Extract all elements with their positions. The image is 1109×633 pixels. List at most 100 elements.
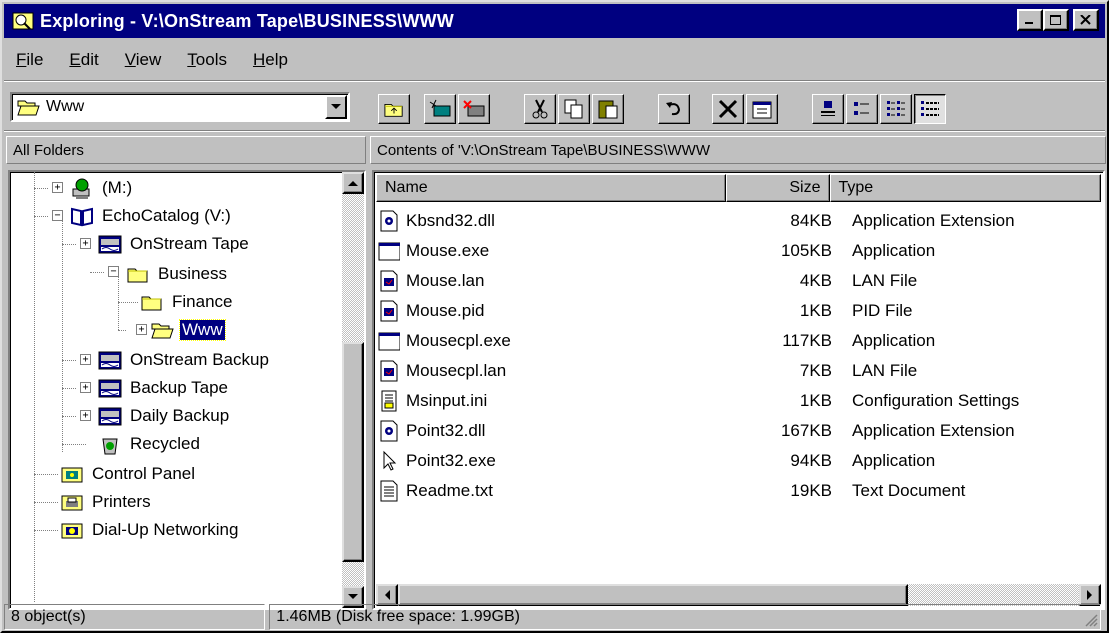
tree-item-m-drive[interactable]: (M:)	[70, 174, 134, 202]
address-dropdown-button[interactable]	[325, 95, 347, 119]
menu-separator	[4, 80, 1105, 82]
menu-edit[interactable]: Edit	[69, 50, 98, 70]
large-icons-button[interactable]	[812, 94, 844, 124]
tree-item-dial-up-networking[interactable]: Dial-Up Networking	[60, 516, 240, 544]
file-row[interactable]: Msinput.ini 1KB Configuration Settings	[378, 386, 1098, 416]
menu-file-label: ile	[26, 50, 44, 69]
tree-item-www[interactable]: Www	[150, 316, 226, 344]
scroll-right-button[interactable]	[1079, 584, 1101, 606]
file-row[interactable]: Readme.txt 19KB Text Document	[378, 476, 1098, 506]
small-icons-button[interactable]	[846, 94, 878, 124]
file-type: LAN File	[852, 361, 918, 380]
map-network-drive-button[interactable]	[424, 94, 456, 124]
tree-line	[34, 530, 58, 531]
tree-item-label: Business	[158, 264, 227, 283]
scissors-icon	[532, 99, 548, 119]
file-row[interactable]: Mousecpl.lan 7KB LAN File	[378, 356, 1098, 386]
pointer-exe-icon	[383, 451, 396, 471]
explorer-app-icon[interactable]	[12, 10, 34, 32]
copy-button[interactable]	[558, 94, 590, 124]
file-row[interactable]: Point32.exe 94KB Application	[378, 446, 1098, 476]
file-row[interactable]: Mousecpl.exe 117KB Application	[378, 326, 1098, 356]
details-view-button[interactable]	[914, 94, 946, 124]
minimize-button[interactable]	[1017, 9, 1043, 31]
tree-item-business[interactable]: Business	[126, 260, 229, 288]
tree-item-onstream-backup[interactable]: OnStream Backup	[98, 346, 271, 374]
menu-view[interactable]: View	[125, 50, 162, 70]
left-pane-header: All Folders	[6, 136, 366, 164]
close-icon	[1080, 15, 1091, 25]
delete-icon	[718, 99, 738, 119]
resize-grip-icon[interactable]	[1084, 613, 1098, 627]
scroll-left-button[interactable]	[376, 584, 398, 606]
paste-icon	[598, 100, 618, 119]
scroll-up-button[interactable]	[342, 172, 364, 194]
paste-button[interactable]	[592, 94, 624, 124]
tree-line	[62, 388, 76, 389]
tree-item-control-panel[interactable]: Control Panel	[60, 460, 197, 488]
tree-item-backup-tape[interactable]: Backup Tape	[98, 374, 230, 402]
collapse-button[interactable]: −	[108, 266, 119, 277]
file-row[interactable]: Mouse.exe 105KB Application	[378, 236, 1098, 266]
address-combobox[interactable]: Www	[10, 92, 350, 122]
collapse-button[interactable]: −	[52, 210, 63, 221]
expand-button[interactable]: +	[136, 324, 147, 335]
title-bar[interactable]: Exploring - V:\OnStream Tape\BUSINESS\WW…	[4, 4, 1105, 38]
open-folder-icon	[151, 323, 174, 339]
tree-item-echocatalog[interactable]: EchoCatalog (V:)	[70, 202, 233, 230]
list-horizontal-scrollbar[interactable]	[376, 584, 1101, 606]
recycle-bin-icon	[102, 438, 118, 455]
tree-item-daily-backup[interactable]: Daily Backup	[98, 402, 231, 430]
column-name-header[interactable]: Name	[376, 174, 727, 202]
status-size-info: 1.46MB (Disk free space: 1.99GB)	[269, 604, 1101, 630]
toolbar: Www	[4, 86, 1105, 130]
scroll-thumb[interactable]	[398, 584, 908, 606]
maximize-button[interactable]	[1043, 9, 1069, 31]
menu-help[interactable]: Help	[253, 50, 288, 70]
expand-button[interactable]: +	[52, 182, 63, 193]
tree-item-onstream-tape[interactable]: OnStream Tape	[98, 230, 251, 258]
file-size: 167KB	[780, 421, 832, 440]
expand-button[interactable]: +	[80, 382, 91, 393]
menu-tools[interactable]: Tools	[187, 50, 227, 70]
file-row[interactable]: Mouse.lan 4KB LAN File	[378, 266, 1098, 296]
file-row[interactable]: Kbsnd32.dll 84KB Application Extension	[378, 206, 1098, 236]
toolbar-separator	[4, 130, 1105, 132]
undo-button[interactable]	[658, 94, 690, 124]
details-icon	[921, 101, 939, 116]
properties-button[interactable]	[746, 94, 778, 124]
file-name: Readme.txt	[406, 481, 493, 500]
menu-help-label: elp	[265, 50, 288, 69]
window-title: Exploring - V:\OnStream Tape\BUSINESS\WW…	[40, 10, 454, 31]
close-button[interactable]	[1073, 9, 1099, 31]
tree-line	[34, 474, 58, 475]
file-size: 1KB	[799, 391, 832, 410]
status-object-count: 8 object(s)	[4, 604, 266, 630]
menu-file-accel: F	[16, 50, 27, 69]
up-one-level-button[interactable]	[378, 94, 410, 124]
column-type-header[interactable]: Type	[829, 174, 1101, 202]
column-size-header[interactable]: Size	[726, 174, 830, 202]
delete-button[interactable]	[712, 94, 744, 124]
tree-item-printers[interactable]: Printers	[60, 488, 153, 516]
expand-button[interactable]: +	[80, 354, 91, 365]
folder-icon	[127, 268, 148, 283]
file-type: Application	[852, 241, 936, 260]
tree-item-finance[interactable]: Finance	[140, 288, 234, 316]
cut-button[interactable]	[524, 94, 556, 124]
tree-item-label: Finance	[172, 292, 233, 311]
tree-item-recycled[interactable]: Recycled	[98, 430, 202, 458]
expand-button[interactable]: +	[80, 410, 91, 421]
explorer-window: Exploring - V:\OnStream Tape\BUSINESS\WW…	[0, 0, 1109, 633]
file-list[interactable]: Name Size Type Kbsnd32.dll 84KB Applicat…	[372, 170, 1105, 610]
file-type: LAN File	[852, 271, 918, 290]
file-row[interactable]: Point32.dll 167KB Application Extension	[378, 416, 1098, 446]
menu-file[interactable]: File	[16, 50, 43, 70]
disconnect-drive-button[interactable]	[458, 94, 490, 124]
scroll-thumb[interactable]	[342, 342, 364, 562]
folder-tree[interactable]: + − + − + + + + (M:) EchoCatalog (V:) On…	[8, 170, 366, 610]
list-view-button[interactable]	[880, 94, 912, 124]
tree-vertical-scrollbar[interactable]	[342, 172, 364, 608]
file-row[interactable]: Mouse.pid 1KB PID File	[378, 296, 1098, 326]
expand-button[interactable]: +	[80, 238, 91, 249]
